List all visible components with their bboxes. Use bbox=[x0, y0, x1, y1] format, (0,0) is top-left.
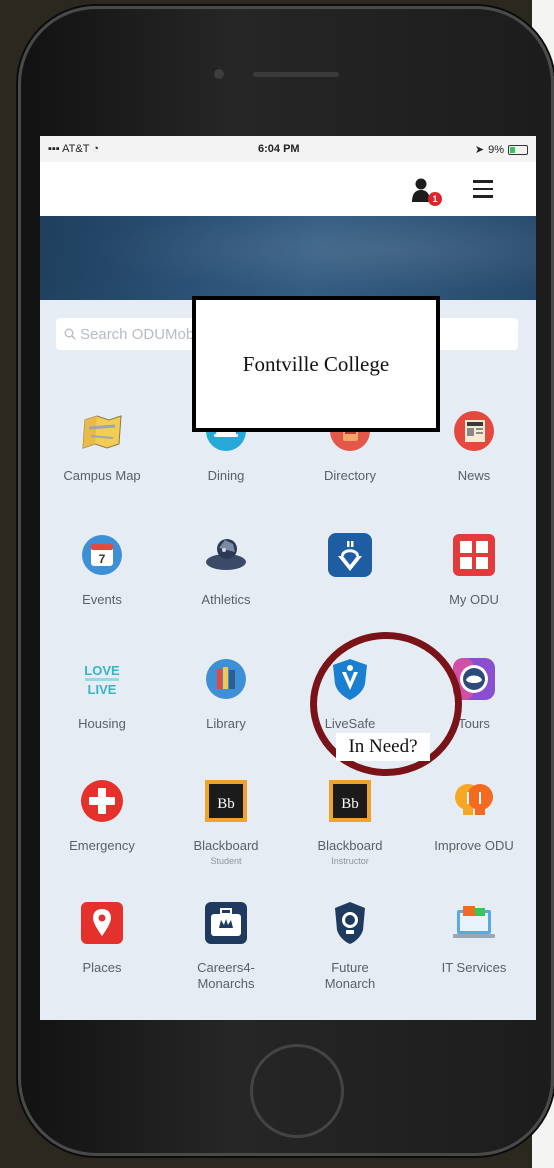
college-logo-box: Fontville College bbox=[192, 296, 440, 432]
tile-label: Library bbox=[206, 716, 246, 731]
tile-label: IT Services bbox=[441, 960, 507, 975]
tile-athletics[interactable]: Athletics bbox=[164, 532, 288, 642]
tile-in-need[interactable] bbox=[288, 532, 412, 642]
tile-label: Directory bbox=[323, 468, 376, 483]
news-icon bbox=[454, 411, 494, 451]
lightbulb-icon bbox=[455, 784, 493, 815]
tile-events[interactable]: 7 Events bbox=[40, 532, 164, 642]
calendar-day: 7 bbox=[99, 552, 106, 566]
tile-label: News bbox=[457, 468, 491, 483]
tile-future-monarch[interactable]: Future Monarch bbox=[288, 900, 412, 1010]
tile-label: Improve ODU bbox=[434, 838, 514, 853]
tile-careers4-monarchs[interactable]: Careers4- Monarchs bbox=[164, 900, 288, 1010]
tile-label: Dining bbox=[207, 468, 245, 483]
athletics-icon bbox=[206, 539, 246, 570]
location-pin-icon bbox=[81, 902, 123, 944]
tile-emergency[interactable]: Emergency bbox=[40, 778, 164, 888]
blackboard-mark: Bb bbox=[217, 796, 235, 812]
library-icon bbox=[206, 659, 246, 699]
home-button[interactable] bbox=[250, 1044, 344, 1138]
tile-label: Athletics bbox=[201, 592, 251, 607]
my-odu-icon bbox=[453, 534, 495, 576]
blackboard-mark: Bb bbox=[341, 796, 359, 812]
tile-housing[interactable]: LOVE LIVE Housing bbox=[40, 656, 164, 766]
tile-label: Careers4- Monarchs bbox=[197, 960, 255, 991]
app-screen: ▪▪▪ AT&T ◔ 6:04 PM ➤ 9% 1 Search ODUMobi… bbox=[40, 136, 536, 1020]
app-grid: Campus Map Dining Directory News 7 Event… bbox=[40, 136, 536, 1020]
blackboard-icon: Bb bbox=[205, 780, 247, 822]
tile-label: Emergency bbox=[69, 838, 135, 853]
tile-label: My ODU bbox=[449, 592, 499, 607]
tile-my-odu[interactable]: My ODU bbox=[412, 532, 536, 642]
speaker-grille bbox=[253, 72, 339, 77]
tile-sublabel: Instructor bbox=[331, 856, 369, 866]
tile-blackboard-instructor[interactable]: Bb Blackboard Instructor bbox=[288, 778, 412, 888]
tile-label: Housing bbox=[78, 716, 126, 731]
tile-label: Future Monarch bbox=[324, 960, 376, 991]
tile-label: Blackboard bbox=[317, 838, 383, 853]
in-need-label: In Need? bbox=[336, 733, 430, 761]
tile-library[interactable]: Library bbox=[164, 656, 288, 766]
housing-art-top: LOVE bbox=[84, 663, 120, 678]
tile-it-services[interactable]: IT Services bbox=[412, 900, 536, 1010]
tile-label: Campus Map bbox=[63, 468, 141, 483]
housing-art-bottom: LIVE bbox=[88, 682, 117, 697]
emergency-icon bbox=[81, 780, 123, 822]
camera-icon bbox=[214, 69, 224, 79]
tile-campus-map[interactable]: Campus Map bbox=[40, 408, 164, 518]
calendar-icon: 7 bbox=[82, 535, 122, 575]
in-need-icon bbox=[328, 533, 372, 577]
tile-places[interactable]: Places bbox=[40, 900, 164, 1010]
tile-label: Blackboard bbox=[193, 838, 259, 853]
tile-improve-odu[interactable]: Improve ODU bbox=[412, 778, 536, 888]
tile-label: Places bbox=[82, 960, 122, 975]
housing-icon: LOVE LIVE bbox=[84, 663, 120, 697]
map-icon bbox=[82, 415, 122, 449]
tile-label: Events bbox=[82, 592, 122, 607]
briefcase-icon bbox=[205, 902, 247, 944]
it-services-icon bbox=[453, 906, 495, 938]
college-name: Fontville College bbox=[242, 351, 390, 376]
blackboard-icon: Bb bbox=[329, 780, 371, 822]
future-monarch-icon bbox=[335, 902, 365, 944]
tile-sublabel: Student bbox=[210, 856, 242, 866]
tile-blackboard-student[interactable]: Bb Blackboard Student bbox=[164, 778, 288, 888]
